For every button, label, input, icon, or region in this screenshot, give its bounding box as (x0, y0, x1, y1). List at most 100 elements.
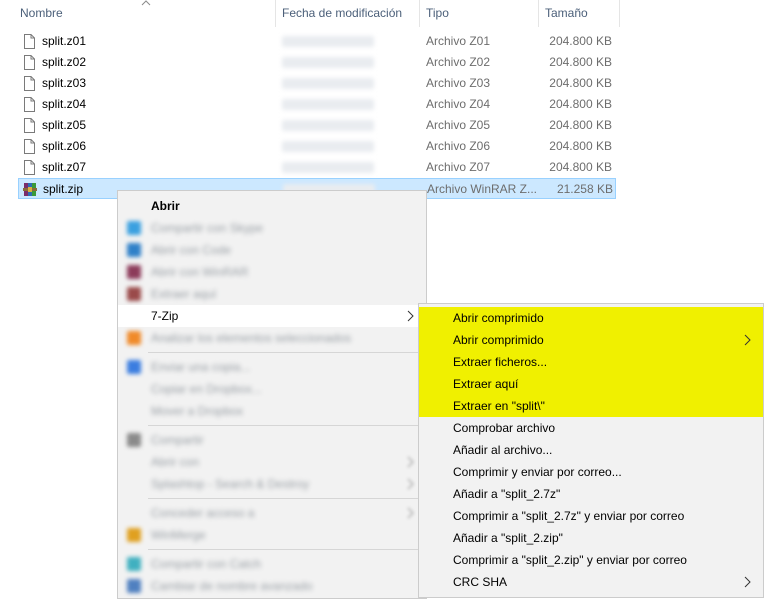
file-name: split.z06 (42, 139, 87, 153)
menu-item-winmerge[interactable]: WinMerge (118, 524, 426, 546)
vscode-icon (127, 243, 141, 257)
submenu-item[interactable]: Abrir comprimido (419, 307, 763, 329)
submenu-item-label: CRC SHA (453, 575, 508, 589)
menu-item-extract-here[interactable]: Extraer aquí (118, 283, 426, 305)
submenu-item-label: Añadir a "split_2.7z" (453, 487, 561, 501)
column-divider[interactable] (619, 0, 620, 27)
menu-item-analyze[interactable]: Analizar los elementos seleccionados (118, 327, 426, 349)
submenu-item-label: Abrir comprimido (453, 333, 544, 347)
submenu-item-label: Añadir a "split_2.zip" (453, 531, 563, 545)
chevron-right-icon (407, 478, 414, 490)
submenu-item[interactable]: CRC SHA (419, 571, 763, 593)
file-type: Archivo WinRAR Z... (427, 182, 538, 196)
menu-divider (148, 549, 424, 550)
file-type: Archivo Z03 (426, 76, 491, 90)
winmerge-icon (127, 528, 141, 542)
menu-item-label: Compartir (151, 433, 204, 447)
document-icon (24, 97, 35, 112)
file-name: split.z01 (42, 34, 87, 48)
menu-item-open-with-winrar[interactable]: Abrir con WinRAR (118, 261, 426, 283)
file-size: 204.800 KB (549, 139, 612, 153)
context-menu: Abrir Compartir con Skype Abrir con Code… (117, 190, 427, 599)
file-type: Archivo Z05 (426, 118, 491, 132)
menu-item-7zip[interactable]: 7-Zip (118, 305, 426, 327)
submenu-item-label: Comprimir a "split_2.zip" y enviar por c… (453, 553, 687, 567)
menu-item-grant-access[interactable]: Conceder acceso a (118, 502, 426, 524)
menu-item-label: Enviar una copia... (151, 360, 251, 374)
menu-item-splashtop[interactable]: Splashtop - Search & Destroy (118, 473, 426, 495)
submenu-item-label: Abrir comprimido (453, 311, 544, 325)
column-size[interactable]: Tamaño (539, 0, 619, 27)
skype-icon (127, 221, 141, 235)
menu-item-label: 7-Zip (151, 309, 179, 323)
file-row[interactable]: split.z01 Archivo Z01 204.800 KB (18, 31, 616, 52)
submenu-item[interactable]: Añadir a "split_2.7z" (419, 483, 763, 505)
submenu-item[interactable]: Comprimir a "split_2.zip" y enviar por c… (419, 549, 763, 571)
document-icon (24, 160, 35, 175)
file-type: Archivo Z07 (426, 160, 491, 174)
submenu-item[interactable]: Añadir a "split_2.zip" (419, 527, 763, 549)
submenu-item[interactable]: Añadir al archivo... (419, 439, 763, 461)
file-name: split.z07 (42, 160, 87, 174)
column-name[interactable]: Nombre (14, 0, 274, 27)
column-header: Nombre Fecha de modificación Tipo Tamaño (0, 0, 765, 27)
menu-item-open[interactable]: Abrir (118, 195, 426, 217)
menu-item-label: Cambiar de nombre avanzado (151, 579, 313, 593)
submenu-item[interactable]: Comprimir a "split_2.7z" y enviar por co… (419, 505, 763, 527)
menu-item-label: Splashtop - Search & Destroy (151, 477, 310, 491)
submenu-item[interactable]: Comprimir y enviar por correo... (419, 461, 763, 483)
submenu-item-label: Extraer ficheros... (453, 355, 548, 369)
submenu-item[interactable]: Extraer en "split\" (419, 395, 763, 417)
file-size: 204.800 KB (549, 34, 612, 48)
file-size: 204.800 KB (549, 55, 612, 69)
file-row[interactable]: split.z05 Archivo Z05 204.800 KB (18, 115, 616, 136)
menu-item-move-dropbox[interactable]: Mover a Dropbox (118, 400, 426, 422)
document-icon (24, 118, 35, 133)
file-row[interactable]: split.z07 Archivo Z07 204.800 KB (18, 157, 616, 178)
menu-item-send-copy[interactable]: Enviar una copia... (118, 356, 426, 378)
file-name: split.z02 (42, 55, 87, 69)
menu-item-label: Abrir con WinRAR (151, 265, 249, 279)
submenu-item[interactable]: Comprobar archivo (419, 417, 763, 439)
dropbox-icon (127, 360, 141, 374)
file-type: Archivo Z02 (426, 55, 491, 69)
submenu-item[interactable]: Abrir comprimido (419, 329, 763, 351)
menu-item-open-with[interactable]: Abrir con (118, 451, 426, 473)
file-size: 204.800 KB (549, 76, 612, 90)
file-date-redacted (282, 162, 374, 173)
file-date-redacted (282, 99, 374, 110)
file-date-redacted (282, 78, 374, 89)
menu-item-label: Compartir con Skype (151, 221, 264, 235)
file-date-redacted (282, 57, 374, 68)
menu-item-label: Analizar los elementos seleccionados (151, 331, 352, 345)
menu-item-label: Copiar en Dropbox... (151, 382, 262, 396)
menu-item-label: Conceder acceso a (151, 506, 255, 520)
file-type: Archivo Z04 (426, 97, 491, 111)
menu-divider (148, 425, 424, 426)
column-type[interactable]: Tipo (420, 0, 538, 27)
menu-item-label: Mover a Dropbox (151, 404, 244, 418)
submenu-item[interactable]: Extraer aquí (419, 373, 763, 395)
file-row[interactable]: split.z04 Archivo Z04 204.800 KB (18, 94, 616, 115)
file-name: split.zip (43, 182, 84, 196)
winrar-archive-icon (23, 183, 37, 196)
menu-item-share[interactable]: Compartir (118, 429, 426, 451)
menu-item-share-skype[interactable]: Compartir con Skype (118, 217, 426, 239)
file-row[interactable]: split.z02 Archivo Z02 204.800 KB (18, 52, 616, 73)
document-icon (24, 34, 35, 49)
file-date-redacted (282, 36, 374, 47)
column-date[interactable]: Fecha de modificación (276, 0, 419, 27)
share-icon (127, 433, 141, 447)
submenu-item[interactable]: Extraer ficheros... (419, 351, 763, 373)
menu-item-open-with-code[interactable]: Abrir con Code (118, 239, 426, 261)
menu-item-label: Abrir (151, 199, 180, 213)
file-row[interactable]: split.z06 Archivo Z06 204.800 KB (18, 136, 616, 157)
menu-item-share-catch[interactable]: Compartir con Catch (118, 553, 426, 575)
file-row[interactable]: split.z03 Archivo Z03 204.800 KB (18, 73, 616, 94)
menu-item-rename-advanced[interactable]: Cambiar de nombre avanzado (118, 575, 426, 597)
menu-item-copy-dropbox[interactable]: Copiar en Dropbox... (118, 378, 426, 400)
chevron-right-icon (744, 334, 751, 346)
chevron-right-icon (407, 456, 414, 468)
menu-item-label: Abrir con (151, 455, 200, 469)
chevron-right-icon (407, 507, 414, 519)
